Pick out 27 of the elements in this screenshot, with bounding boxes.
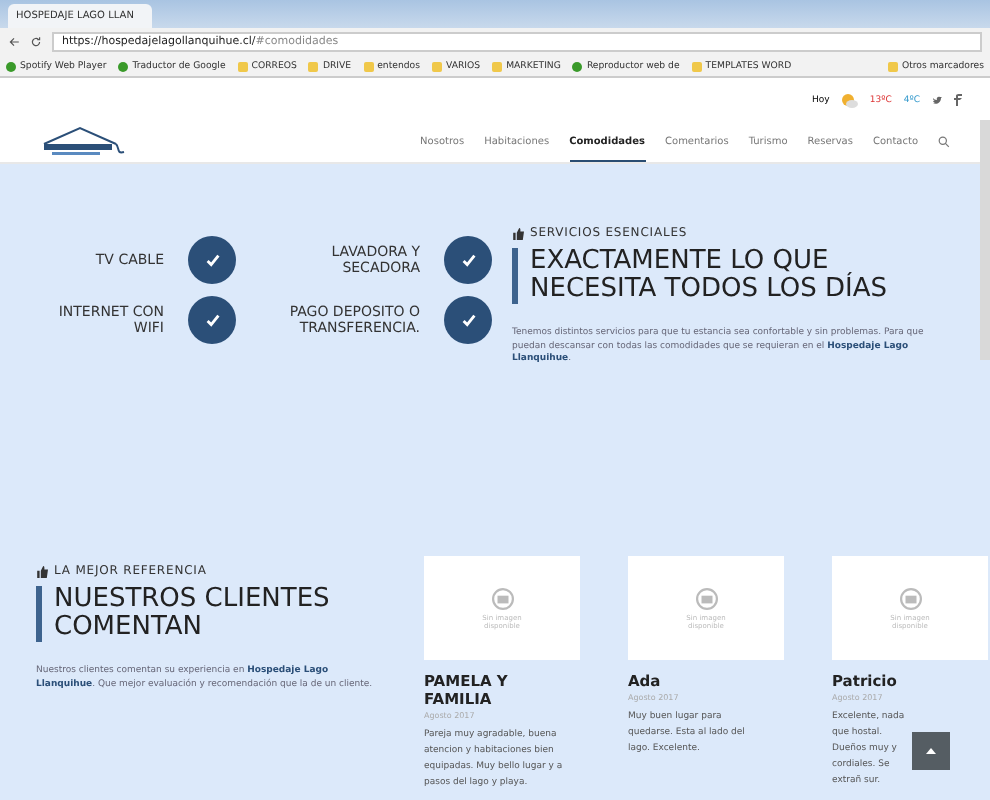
folder-icon bbox=[308, 61, 319, 71]
back-icon[interactable] bbox=[8, 36, 20, 48]
folder-icon bbox=[691, 61, 702, 71]
folder-icon bbox=[363, 61, 374, 71]
folder-icon bbox=[431, 61, 442, 71]
search-icon[interactable] bbox=[938, 136, 950, 148]
folder-icon bbox=[237, 61, 248, 71]
facebook-icon[interactable] bbox=[954, 94, 962, 106]
sun-cloud-icon bbox=[841, 93, 858, 107]
site-icon bbox=[6, 61, 16, 71]
site-icon bbox=[572, 61, 583, 71]
section-heading: NUESTROS CLIENTES COMENTAN bbox=[36, 586, 376, 642]
hostel-logo[interactable] bbox=[40, 126, 128, 158]
site-icon bbox=[118, 61, 129, 71]
camera-icon bbox=[899, 587, 921, 609]
folder-icon bbox=[492, 61, 503, 71]
camera-icon bbox=[491, 587, 513, 609]
thumbs-up-icon bbox=[512, 227, 524, 239]
scroll-top-button[interactable] bbox=[912, 732, 950, 770]
reload-icon[interactable] bbox=[30, 36, 42, 48]
caret-icon bbox=[926, 748, 936, 754]
thumbs-up-icon bbox=[36, 565, 48, 577]
scrollbar[interactable] bbox=[980, 120, 990, 360]
twitter-icon[interactable] bbox=[932, 95, 942, 105]
section-heading: EXACTAMENTE LO QUE NECESITA TODOS LOS DÍAS bbox=[512, 248, 950, 304]
folder-icon bbox=[887, 61, 898, 71]
camera-icon bbox=[695, 587, 717, 609]
